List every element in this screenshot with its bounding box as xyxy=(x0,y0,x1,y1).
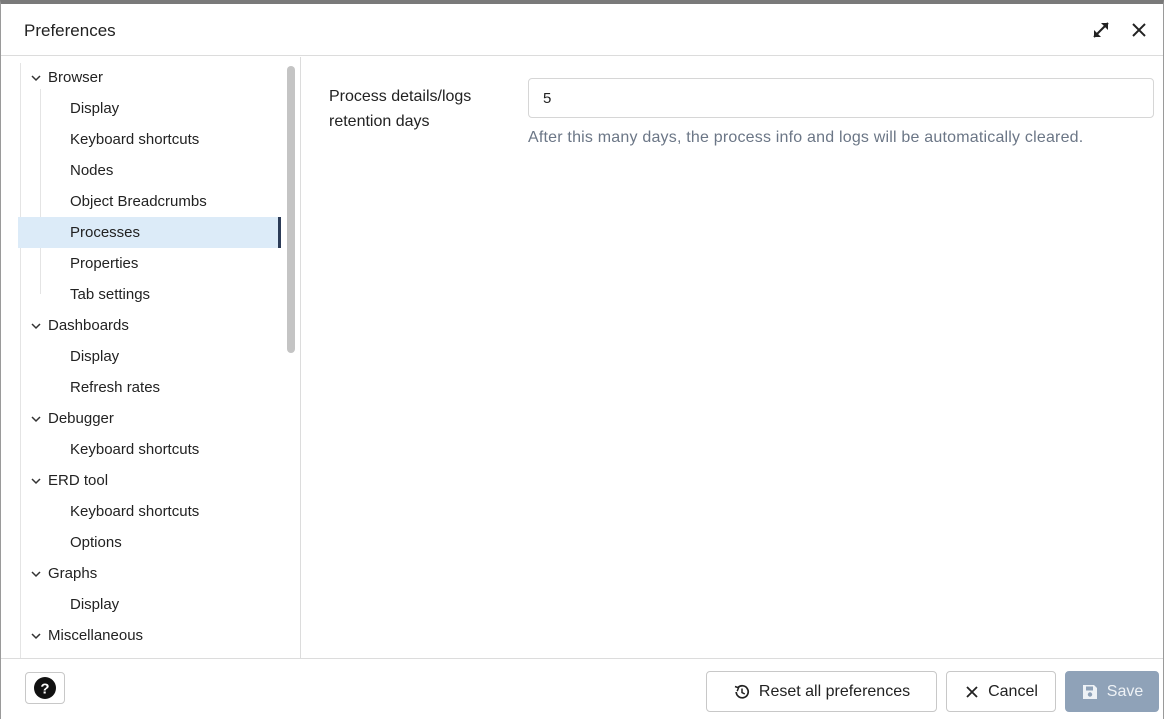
tree-group-label: Dashboards xyxy=(48,317,129,334)
tree-item-browser-object-breadcrumbs[interactable]: Object Breadcrumbs xyxy=(18,186,281,217)
retention-days-help: After this many days, the process info a… xyxy=(528,129,1084,146)
tree-item-browser-nodes[interactable]: Nodes xyxy=(18,155,281,186)
tree-item-label: Nodes xyxy=(70,162,114,179)
preferences-tree[interactable]: Browser Display Keyboard shortcuts Nodes… xyxy=(1,57,301,658)
cancel-button[interactable]: Cancel xyxy=(946,671,1056,712)
tree-item-dashboards-display[interactable]: Display xyxy=(18,341,281,372)
tree-item-label: Options xyxy=(70,534,122,551)
dialog-title: Preferences xyxy=(24,21,116,40)
tree-item-browser-properties[interactable]: Properties xyxy=(18,248,281,279)
tree-group-label: Debugger xyxy=(48,410,114,427)
tree-item-erd-options[interactable]: Options xyxy=(18,527,281,558)
preference-content: Process details/logs retention days Afte… xyxy=(302,57,1163,658)
tree-item-browser-tab-settings[interactable]: Tab settings xyxy=(18,279,281,310)
x-icon xyxy=(966,685,978,698)
tree-item-label: Processes xyxy=(70,224,141,241)
svg-text:?: ? xyxy=(40,681,49,698)
save-button[interactable]: Save xyxy=(1065,671,1159,712)
save-label: Save xyxy=(1106,682,1144,700)
tree-item-label: Tab settings xyxy=(70,286,151,303)
tree-item-label: Display xyxy=(70,348,120,365)
chevron-down-icon xyxy=(31,416,41,423)
tree-group-label: Browser xyxy=(48,69,104,86)
preferences-dialog: Preferences Browser Display Keyboard sho… xyxy=(0,0,1164,719)
reset-history-icon xyxy=(734,684,749,699)
chevron-down-icon xyxy=(31,323,41,330)
tree-item-label: Properties xyxy=(70,255,139,272)
tree-item-label: Display xyxy=(70,100,120,117)
chevron-down-icon xyxy=(31,75,41,82)
tree-scrollbar[interactable] xyxy=(287,66,295,353)
tree-group-label: Graphs xyxy=(48,565,98,582)
tree-item-erd-keyboard-shortcuts[interactable]: Keyboard shortcuts xyxy=(18,496,281,527)
chevron-down-icon xyxy=(31,571,41,578)
tree-item-label: Keyboard shortcuts xyxy=(70,131,200,148)
tree-item-browser-processes[interactable]: Processes xyxy=(18,217,281,248)
expand-arrows-icon[interactable] xyxy=(1089,18,1113,42)
tree-item-label: Display xyxy=(70,596,120,613)
tree-group-browser[interactable]: Browser xyxy=(18,62,281,93)
help-button[interactable]: ? xyxy=(25,672,65,704)
tree-item-debugger-keyboard-shortcuts[interactable]: Keyboard shortcuts xyxy=(18,434,281,465)
close-icon[interactable] xyxy=(1127,18,1151,42)
tree-group-label: ERD tool xyxy=(48,472,109,489)
tree-item-label: Keyboard shortcuts xyxy=(70,441,200,458)
tree-item-label: Refresh rates xyxy=(70,379,161,396)
tree-group-miscellaneous[interactable]: Miscellaneous xyxy=(18,620,281,651)
tree-group-graphs[interactable]: Graphs xyxy=(18,558,281,589)
tree-item-label: Keyboard shortcuts xyxy=(70,503,200,520)
floppy-disk-icon xyxy=(1082,684,1097,699)
tree-item-dashboards-refresh-rates[interactable]: Refresh rates xyxy=(18,372,281,403)
tree-item-browser-display[interactable]: Display xyxy=(18,93,281,124)
retention-days-input[interactable] xyxy=(528,78,1154,118)
tree-group-debugger[interactable]: Debugger xyxy=(18,403,281,434)
chevron-down-icon xyxy=(31,478,41,485)
tree-group-dashboards[interactable]: Dashboards xyxy=(18,310,281,341)
tree-group-label: Miscellaneous xyxy=(48,627,144,644)
tree-group-erd-tool[interactable]: ERD tool xyxy=(18,465,281,496)
dialog-titlebar: Preferences xyxy=(1,4,1163,56)
tree-item-graphs-display[interactable]: Display xyxy=(18,589,281,620)
retention-days-label: Process details/logs retention days xyxy=(329,88,472,130)
cancel-label: Cancel xyxy=(988,682,1038,700)
dialog-footer: ? Reset all preferences Cancel Save xyxy=(1,658,1163,719)
question-circle-icon: ? xyxy=(34,677,56,699)
tree-item-label: Object Breadcrumbs xyxy=(70,193,207,210)
reset-label: Reset all preferences xyxy=(758,682,911,700)
reset-all-preferences-button[interactable]: Reset all preferences xyxy=(706,671,937,712)
tree-item-browser-keyboard-shortcuts[interactable]: Keyboard shortcuts xyxy=(18,124,281,155)
chevron-down-icon xyxy=(31,633,41,640)
